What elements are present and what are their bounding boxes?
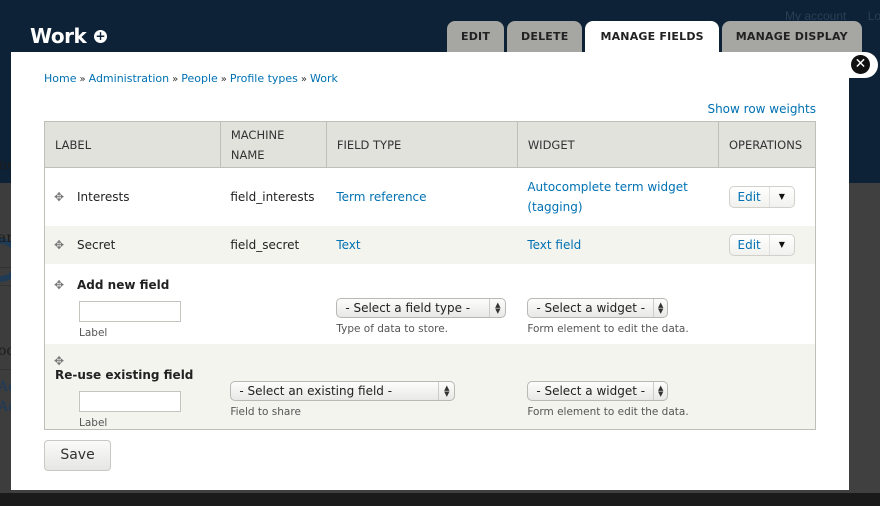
column-header-field-type: FIELD TYPE xyxy=(325,121,518,168)
drag-handle-icon[interactable]: ✥ xyxy=(53,354,65,368)
drag-handle-icon[interactable]: ✥ xyxy=(53,278,65,292)
save-button[interactable]: Save xyxy=(44,440,111,471)
breadcrumb-administration[interactable]: Administration xyxy=(89,72,170,85)
breadcrumb-profile-types[interactable]: Profile types xyxy=(230,72,298,85)
existing-field-select[interactable]: - Select an existing field - ▲ ▼ xyxy=(230,380,456,401)
field-type-select-value: - Select a field type - xyxy=(345,301,471,315)
widget-link[interactable]: Text field xyxy=(527,238,581,252)
tab-manage-fields[interactable]: MANAGE FIELDS xyxy=(585,21,719,52)
close-icon: ✕ xyxy=(851,55,870,74)
reuse-field-label-description: Label xyxy=(79,416,108,429)
add-new-field-title: Add new field xyxy=(77,278,170,292)
show-row-weights-link[interactable]: Show row weights xyxy=(707,102,816,116)
field-label: Secret xyxy=(77,237,116,252)
reuse-field-title: Re-use existing field xyxy=(55,367,194,382)
dropdown-caret-icon[interactable]: ▼ xyxy=(770,235,794,255)
breadcrumb-separator: » xyxy=(220,74,227,85)
field-type-link[interactable]: Term reference xyxy=(336,190,426,204)
widget-link[interactable]: Autocomplete term widget (tagging) xyxy=(527,180,688,214)
page-title: Work xyxy=(30,24,87,48)
drag-handle-icon[interactable]: ✥ xyxy=(53,190,65,204)
widget-select-value: - Select a widget - xyxy=(536,301,646,315)
field-machine-name: field_interests xyxy=(220,167,327,226)
reuse-widget-description: Form element to edit the data. xyxy=(527,405,689,418)
existing-field-description: Field to share xyxy=(230,405,301,418)
breadcrumb-home[interactable]: Home xyxy=(44,72,76,85)
field-type-select[interactable]: - Select a field type - ▲ ▼ xyxy=(336,298,507,318)
overlay-dialog: Home» Administration» People» Profile types… xyxy=(11,52,849,490)
background-page-right xyxy=(849,183,880,493)
field-label: Interests xyxy=(77,189,130,204)
tab-manage-display[interactable]: MANAGE DISPLAY xyxy=(721,21,862,52)
operations-dropbutton: Edit ▼ xyxy=(728,233,795,256)
new-field-widget-select[interactable]: - Select a widget - ▲ ▼ xyxy=(527,298,669,318)
dropdown-caret-icon[interactable]: ▼ xyxy=(770,187,794,207)
breadcrumb-separator: » xyxy=(79,74,86,85)
field-type-link[interactable]: Text xyxy=(336,238,360,252)
drag-handle-icon[interactable]: ✥ xyxy=(53,238,65,252)
widget-select-value: - Select a widget - xyxy=(536,383,646,398)
breadcrumb-separator: » xyxy=(300,74,308,85)
primary-tabs: EDIT DELETE MANAGE FIELDS MANAGE DISPLAY xyxy=(447,21,862,52)
edit-button[interactable]: Edit xyxy=(730,186,770,207)
select-arrows-icon: ▲ ▼ xyxy=(438,381,454,400)
reuse-field-label-input[interactable] xyxy=(79,390,181,412)
column-header-widget: WIDGET xyxy=(516,121,719,168)
edit-button[interactable]: Edit xyxy=(730,234,770,255)
breadcrumb-separator: » xyxy=(172,74,179,85)
logout-link[interactable]: Log out xyxy=(868,9,880,23)
field-machine-name: field_secret xyxy=(220,225,327,264)
operations-dropbutton: Edit ▼ xyxy=(728,185,795,208)
background-bottom-strip xyxy=(0,493,880,506)
column-header-machine-name: MACHINE NAME xyxy=(219,121,327,168)
new-field-label-description: Label xyxy=(79,327,108,339)
column-header-operations: OPERATIONS xyxy=(718,121,816,168)
dialog-close-button[interactable]: ✕ xyxy=(847,52,878,78)
fields-table: LABEL MACHINE NAME FIELD TYPE WIDGET OPE… xyxy=(44,121,816,430)
new-field-label-input[interactable] xyxy=(79,301,181,322)
add-new-field-row: ✥ Add new field Label - Select a field ty… xyxy=(44,263,816,344)
table-row: ✥ Interests field_interests Term referenc… xyxy=(44,167,816,226)
tab-delete[interactable]: DELETE xyxy=(507,21,583,52)
reuse-existing-field-row: ✥Re-use existing field Label - Select an… xyxy=(44,343,816,429)
breadcrumb: Home» Administration» People» Profile types… xyxy=(44,72,338,85)
add-shortcut-icon[interactable]: + xyxy=(94,30,107,43)
breadcrumb-work[interactable]: Work xyxy=(310,72,338,85)
column-header-label: LABEL xyxy=(44,121,221,168)
field-type-description: Type of data to store. xyxy=(336,323,449,335)
existing-field-select-value: - Select an existing field - xyxy=(239,383,393,398)
reuse-widget-select[interactable]: - Select a widget - ▲ ▼ xyxy=(527,380,669,401)
table-row: ✥ Secret field_secret Text Text field Edi… xyxy=(44,225,816,264)
breadcrumb-people[interactable]: People xyxy=(181,72,218,85)
new-field-widget-description: Form element to edit the data. xyxy=(527,323,689,335)
select-arrows-icon: ▲ ▼ xyxy=(489,299,505,317)
tab-edit[interactable]: EDIT xyxy=(447,21,505,52)
select-arrows-icon: ▲ ▼ xyxy=(653,381,667,400)
select-arrows-icon: ▲ ▼ xyxy=(653,299,667,317)
